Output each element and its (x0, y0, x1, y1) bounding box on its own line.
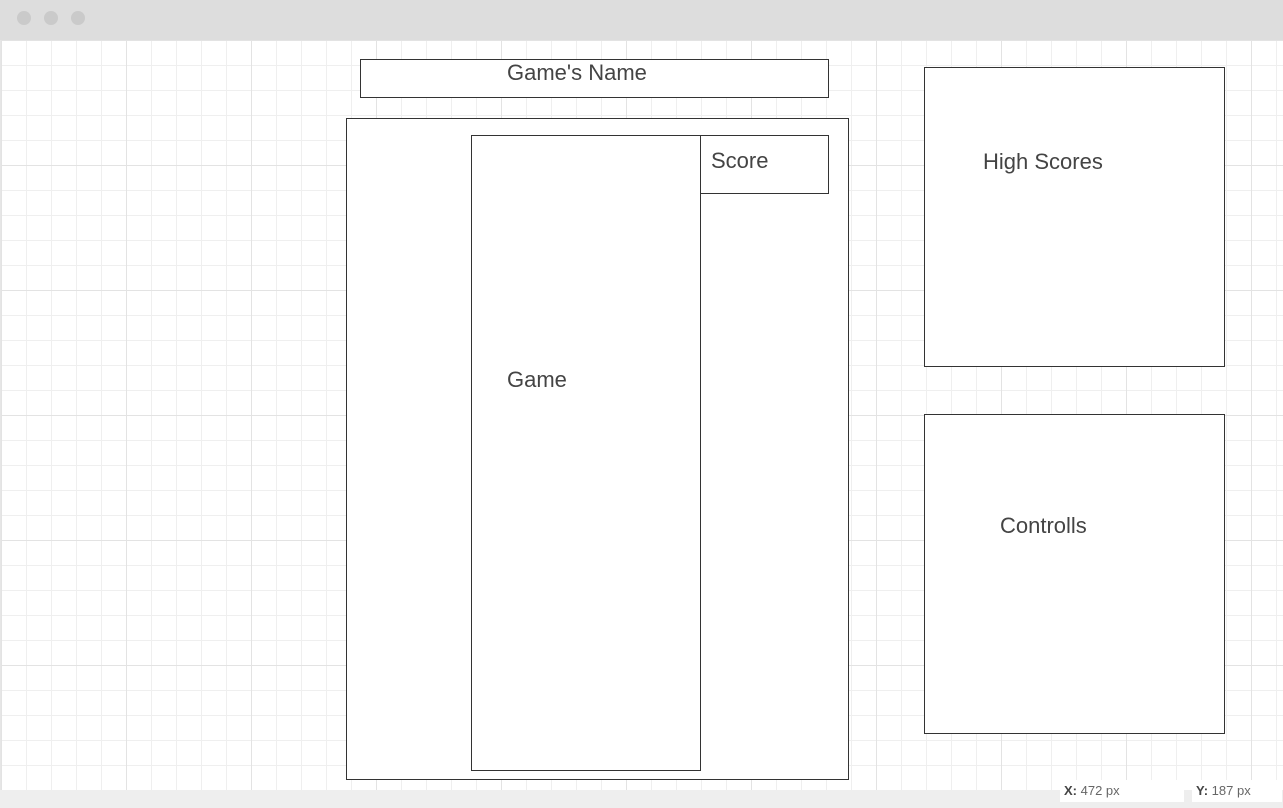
game-area-box[interactable] (471, 135, 701, 771)
controls-label: Controlls (1000, 513, 1087, 538)
y-coordinate-value: 187 px (1211, 783, 1251, 798)
close-window-icon[interactable] (17, 11, 31, 25)
y-coordinate-label: Y: (1196, 783, 1209, 798)
game-area-label: Game (507, 367, 567, 392)
maximize-window-icon[interactable] (71, 11, 85, 25)
window-titlebar (0, 0, 1283, 40)
high-scores-label: High Scores (983, 149, 1103, 174)
game-title-label: Game's Name (507, 60, 647, 85)
y-coordinate-readout: Y: 187 px (1192, 780, 1282, 802)
score-label: Score (711, 148, 769, 173)
x-coordinate-label: X: (1064, 783, 1077, 798)
minimize-window-icon[interactable] (44, 11, 58, 25)
high-scores-box[interactable] (924, 67, 1225, 367)
controls-box[interactable] (924, 414, 1225, 734)
x-coordinate-value: 472 px (1080, 783, 1120, 798)
x-coordinate-readout: X: 472 px (1060, 780, 1184, 802)
